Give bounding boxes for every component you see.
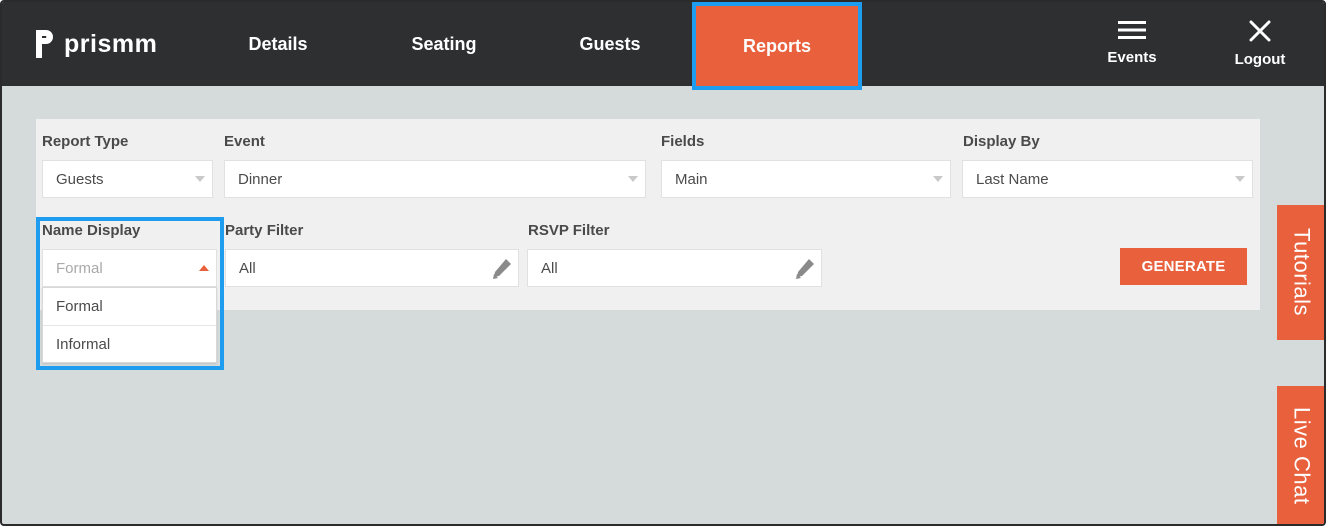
nav-tab-details[interactable]: Details	[208, 2, 348, 86]
chevron-down-icon	[195, 176, 205, 182]
nav-tab-guests-label: Guests	[579, 33, 641, 54]
name-display-highlight	[36, 217, 224, 370]
brand-name: prismm	[64, 29, 158, 58]
rsvp-filter-input[interactable]: All	[527, 249, 822, 287]
nav-tab-seating[interactable]: Seating	[374, 2, 514, 86]
display-by-label: Display By	[963, 133, 1040, 150]
rsvp-filter-value: All	[541, 259, 558, 277]
report-type-label: Report Type	[42, 133, 129, 150]
chevron-down-icon	[628, 176, 638, 182]
event-select[interactable]: Dinner	[224, 160, 646, 198]
chevron-down-icon	[1235, 176, 1245, 182]
logout-button[interactable]: Logout	[1228, 20, 1292, 68]
display-by-value: Last Name	[976, 170, 1049, 188]
event-label: Event	[224, 133, 265, 150]
tutorials-tab[interactable]: Tutorials	[1277, 205, 1324, 340]
pencil-icon[interactable]	[795, 258, 815, 280]
generate-button[interactable]: GENERATE	[1120, 248, 1247, 285]
nav-tab-reports-inner: Reports	[696, 6, 858, 86]
party-filter-value: All	[239, 259, 256, 277]
logout-label: Logout	[1234, 51, 1286, 68]
nav-tab-guests[interactable]: Guests	[540, 2, 680, 86]
brand-logo[interactable]: prismm	[34, 28, 157, 60]
event-value: Dinner	[238, 170, 283, 188]
events-label: Events	[1107, 49, 1157, 66]
tutorials-label: Tutorials	[1289, 228, 1315, 317]
fields-value: Main	[675, 170, 708, 188]
report-type-value: Guests	[56, 170, 104, 188]
nav-tab-reports-label: Reports	[742, 35, 811, 56]
nav-tab-details-label: Details	[248, 33, 308, 54]
chevron-down-icon	[933, 176, 943, 182]
live-chat-label: Live Chat	[1289, 407, 1315, 505]
fields-label: Fields	[661, 133, 705, 150]
nav-tab-reports[interactable]: Reports	[692, 2, 862, 90]
events-menu-button[interactable]: Events	[1100, 20, 1164, 66]
close-icon	[1249, 20, 1271, 42]
pencil-icon[interactable]	[492, 258, 512, 280]
app-window: prismm Details Seating Guests Reports Ev…	[0, 0, 1326, 526]
top-navigation-bar: prismm Details Seating Guests Reports Ev…	[2, 2, 1324, 90]
display-by-select[interactable]: Last Name	[962, 160, 1253, 198]
nav-tab-seating-label: Seating	[411, 33, 477, 54]
rsvp-filter-label: RSVP Filter	[528, 222, 610, 239]
report-type-select[interactable]: Guests	[42, 160, 213, 198]
hamburger-menu-icon	[1118, 21, 1146, 39]
live-chat-tab[interactable]: Live Chat	[1277, 386, 1324, 524]
fields-select[interactable]: Main	[661, 160, 951, 198]
party-filter-input[interactable]: All	[225, 249, 519, 287]
prismm-logo-icon	[36, 30, 53, 58]
party-filter-label: Party Filter	[225, 222, 304, 239]
